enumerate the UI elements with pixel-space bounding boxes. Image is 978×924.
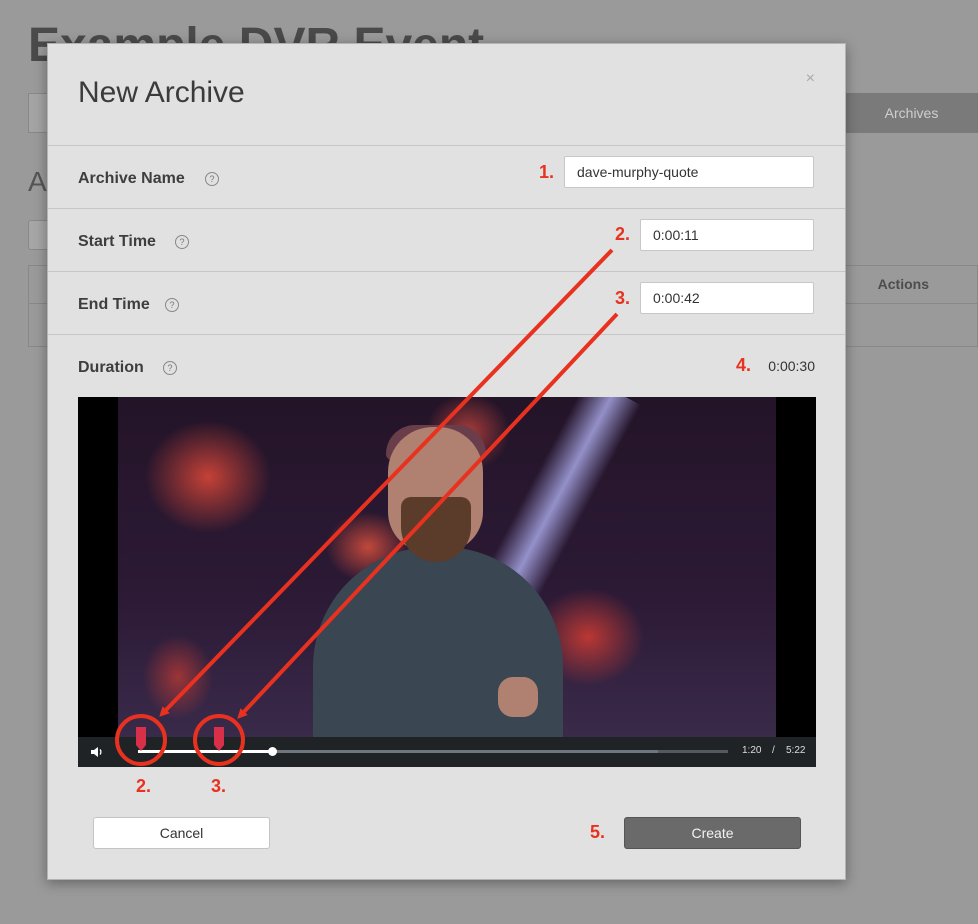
help-icon[interactable]: ?: [165, 298, 179, 312]
seek-bar[interactable]: [138, 747, 728, 756]
help-icon[interactable]: ?: [205, 172, 219, 186]
help-icon[interactable]: ?: [175, 235, 189, 249]
speaker-hand: [498, 677, 538, 717]
create-button[interactable]: Create: [624, 817, 801, 849]
scrub-handle[interactable]: [268, 747, 277, 756]
section-heading: A: [28, 166, 47, 197]
duration-value: 0:00:30: [768, 358, 815, 374]
video-frame: [118, 397, 776, 767]
actions-column-header: Actions: [877, 276, 929, 292]
played-range: [138, 750, 273, 753]
total-time: 5:22: [786, 745, 806, 756]
help-icon[interactable]: ?: [163, 361, 177, 375]
duration-label: Duration: [78, 359, 144, 376]
current-time: 1:20: [742, 745, 762, 756]
end-time-row: End Time ? 0:00:42: [48, 271, 845, 334]
archive-name-label: Archive Name: [78, 170, 185, 187]
time-separator: /: [772, 745, 775, 756]
marker-label-end: 3.: [211, 776, 227, 796]
end-time-input[interactable]: 0:00:42: [640, 282, 814, 314]
duration-row: Duration ? 0:00:30: [48, 334, 845, 397]
annotation-2: 2.: [615, 224, 631, 244]
tab-archives[interactable]: Archives: [845, 93, 978, 133]
cancel-button[interactable]: Cancel: [93, 817, 270, 849]
modal-title: New Archive: [78, 76, 245, 109]
start-time-row: Start Time ? 0:00:11: [48, 208, 845, 271]
annotation-3: 3.: [615, 288, 631, 308]
new-archive-modal: New Archive × Archive Name ? dave-murphy…: [47, 43, 846, 880]
video-controls: 1:20 / 5:22: [78, 737, 816, 767]
archive-name-row: Archive Name ? dave-murphy-quote: [48, 145, 845, 208]
annotation-5: 5.: [590, 822, 606, 842]
annotation-1: 1.: [539, 162, 555, 182]
close-icon[interactable]: ×: [806, 70, 815, 88]
volume-icon[interactable]: [90, 745, 104, 759]
annotation-4: 4.: [736, 355, 752, 375]
start-time-label: Start Time: [78, 233, 156, 250]
archive-name-input[interactable]: dave-murphy-quote: [564, 156, 814, 188]
end-time-label: End Time: [78, 296, 150, 313]
marker-label-start: 2.: [136, 776, 152, 796]
start-time-input[interactable]: 0:00:11: [640, 219, 814, 251]
video-player[interactable]: 1:20 / 5:22: [78, 397, 816, 767]
